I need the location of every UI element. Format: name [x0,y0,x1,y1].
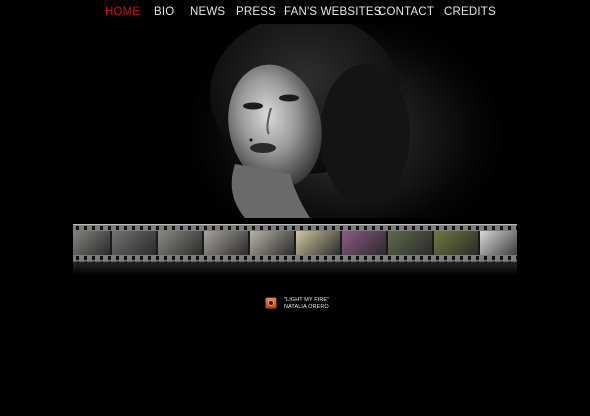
nav-credits[interactable]: CREDITS [444,5,496,19]
film-sprockets-bottom [73,256,517,260]
nav-bio[interactable]: BIO [154,5,174,19]
filmstrip-thumbnail[interactable] [111,231,157,255]
filmstrip-frames [73,231,517,255]
filmstrip-thumbnail[interactable] [341,231,387,255]
filmstrip-thumbnail[interactable] [433,231,479,255]
filmstrip-thumbnail[interactable] [295,231,341,255]
filmstrip-thumbnail[interactable] [203,231,249,255]
main-nav: HOME BIO NEWS PRESS FAN'S WEBSITES CONTA… [0,5,590,21]
nav-press[interactable]: PRESS [236,5,276,19]
speaker-icon [268,300,274,306]
reflection-sprockets [73,261,517,265]
nav-news[interactable]: NEWS [190,5,225,19]
filmstrip-thumbnail[interactable] [73,231,111,255]
nav-fans-websites[interactable]: FAN'S WEBSITES [284,5,382,19]
film-sprockets-top [73,226,517,230]
song-title: "LIGHT MY FIRE" [284,297,330,303]
filmstrip-thumbnail[interactable] [249,231,295,255]
page: HOME BIO NEWS PRESS FAN'S WEBSITES CONTA… [0,0,590,416]
nav-home[interactable]: HOME [105,5,140,19]
filmstrip-thumbnail[interactable] [387,231,433,255]
filmstrip-reflection [73,261,517,275]
portrait-photo [210,24,410,218]
nav-contact[interactable]: CONTACT [378,5,434,19]
hero-portrait [75,24,515,218]
filmstrip-thumbnail[interactable] [157,231,203,255]
song-artist: NATALIA ORERO [284,304,329,310]
filmstrip-gallery [73,224,517,262]
music-player-icon[interactable] [265,297,277,309]
filmstrip-thumbnail[interactable] [479,231,517,255]
